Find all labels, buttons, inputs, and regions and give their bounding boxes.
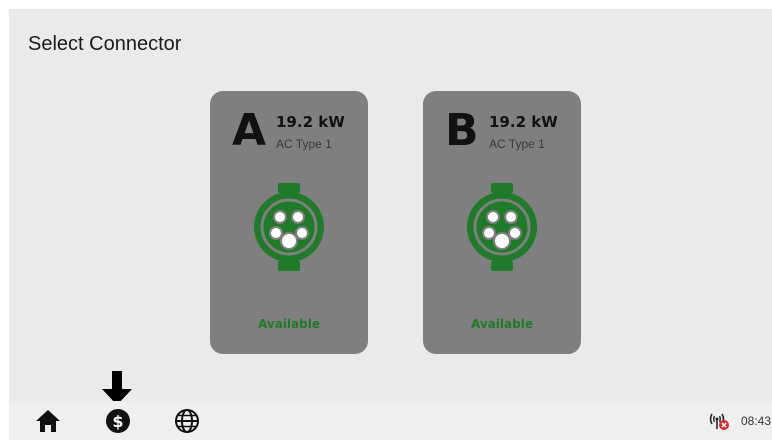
- svg-text:$: $: [112, 412, 123, 431]
- connector-card-b[interactable]: B 19.2 kW AC Type 1 Available: [423, 91, 581, 354]
- connector-type: AC Type 1: [489, 137, 545, 151]
- ev-plug-icon: [467, 183, 537, 271]
- connector-select-screen: Select Connector A 19.2 kW AC Type 1 Ava…: [9, 9, 772, 440]
- bottom-nav-bar: $ 08:43: [9, 401, 772, 440]
- connector-power: 19.2 kW: [276, 113, 345, 131]
- clock-time: 08:43: [741, 414, 772, 428]
- ev-plug-icon: [254, 183, 324, 271]
- connector-power: 19.2 kW: [489, 113, 558, 131]
- globe-icon[interactable]: [174, 408, 200, 434]
- connector-letter: B: [445, 105, 479, 156]
- connector-letter: A: [232, 105, 267, 156]
- connector-card-a[interactable]: A 19.2 kW AC Type 1 Available: [210, 91, 368, 354]
- page-title: Select Connector: [28, 33, 182, 55]
- connector-status: Available: [258, 317, 320, 331]
- home-icon[interactable]: [35, 408, 61, 434]
- dollar-icon[interactable]: $: [105, 408, 131, 434]
- arrow-down-icon: [102, 371, 132, 405]
- connector-status: Available: [471, 317, 533, 331]
- connector-type: AC Type 1: [276, 137, 332, 151]
- signal-error-icon: [709, 413, 729, 430]
